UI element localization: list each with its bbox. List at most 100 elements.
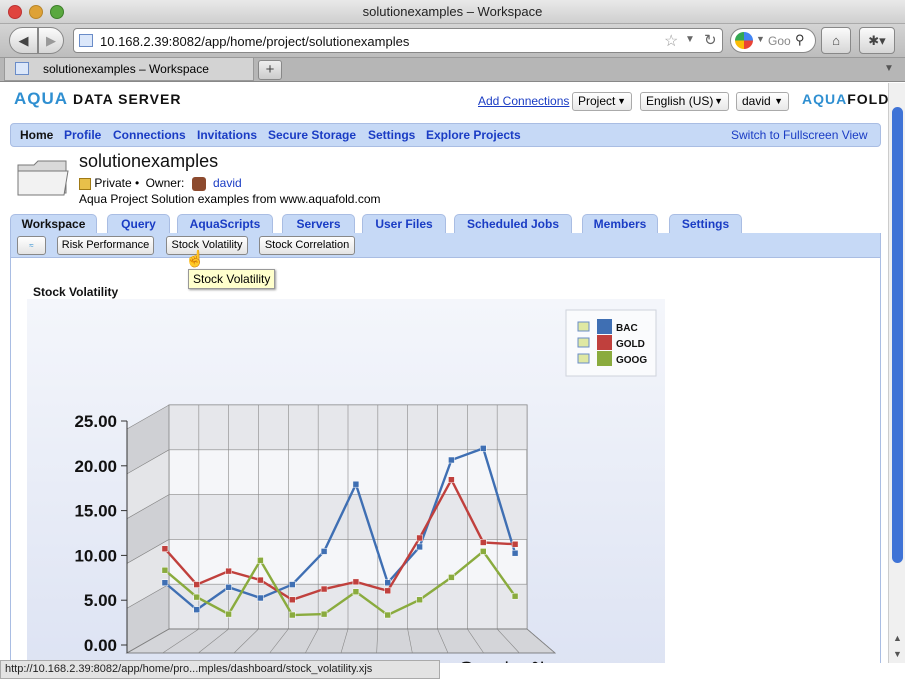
google-icon	[735, 32, 753, 49]
main-nav: Home Profile Connections Invitations Sec…	[10, 123, 881, 147]
chart-data-point	[257, 557, 264, 564]
chart-data-point	[480, 539, 487, 546]
bookmark-star-icon[interactable]: ☆	[664, 31, 678, 51]
language-select[interactable]: English (US) ▼	[640, 92, 729, 111]
tab-query[interactable]: Query	[107, 214, 170, 234]
aqua-icon: ≈	[29, 241, 34, 250]
tab-strip: solutionexamples – Workspace + ▼	[0, 58, 905, 82]
vertical-scrollbar[interactable]: ▲ ▼	[888, 83, 905, 663]
search-bar[interactable]: ▼ Goo ⚲	[730, 28, 816, 53]
nav-home[interactable]: Home	[20, 128, 53, 142]
chart-title: Stock Volatility	[33, 285, 119, 299]
add-connections-link[interactable]: Add Connections	[478, 94, 569, 108]
forward-arrow-icon: ▶	[46, 33, 56, 48]
tab-list-icon[interactable]: ▼	[884, 63, 894, 74]
history-dropdown-icon[interactable]: ▼	[685, 34, 695, 45]
back-button[interactable]: ◀	[9, 27, 38, 54]
forward-button[interactable]: ▶	[38, 27, 64, 54]
chart-data-point	[480, 445, 487, 452]
owner-label: Owner:	[145, 176, 185, 190]
scroll-down-icon[interactable]: ▼	[893, 649, 902, 659]
url-bar[interactable]: 10.168.2.39:8082/app/home/project/soluti…	[73, 28, 723, 53]
nav-explore-projects[interactable]: Explore Projects	[426, 128, 521, 142]
chart-data-point	[448, 476, 455, 483]
zoom-window-button[interactable]	[50, 5, 64, 19]
new-tab-button[interactable]: +	[258, 60, 282, 80]
search-icon[interactable]: ⚲	[795, 32, 805, 48]
privacy-label: Private	[94, 176, 132, 190]
nav-invitations[interactable]: Invitations	[197, 128, 257, 142]
tab-scheduled-jobs[interactable]: Scheduled Jobs	[454, 214, 572, 234]
legend-series-icon	[577, 353, 590, 364]
folder-icon	[17, 160, 69, 196]
chart-y-tick-label: 15.00	[74, 502, 117, 521]
tab-workspace[interactable]: Workspace	[10, 214, 97, 234]
fullscreen-link[interactable]: Switch to Fullscreen View	[731, 128, 868, 142]
scrollbar-thumb[interactable]	[892, 107, 903, 563]
chart-y-tick-label: 25.00	[74, 412, 117, 431]
risk-performance-button[interactable]: Risk Performance	[57, 236, 154, 255]
close-window-button[interactable]	[8, 5, 22, 19]
nav-connections[interactable]: Connections	[113, 128, 186, 142]
home-icon: ⌂	[832, 33, 840, 48]
chart-data-point	[193, 581, 200, 588]
url-text: 10.168.2.39:8082/app/home/project/soluti…	[100, 34, 410, 49]
tab-settings[interactable]: Settings	[669, 214, 742, 234]
chart-data-point	[480, 548, 487, 555]
legend-color-swatch	[597, 319, 612, 334]
home-button[interactable]: ⌂	[821, 27, 851, 54]
project-select[interactable]: Project ▼	[572, 92, 632, 111]
chart-data-point	[320, 610, 328, 618]
legend-label: BAC	[616, 323, 638, 334]
stock-correlation-button[interactable]: Stock Correlation	[259, 236, 355, 255]
chart-data-point	[320, 585, 328, 593]
chart-data-point	[384, 587, 391, 595]
stock-volatility-chart: 25.00 20.00 15.00 10.00 5.00 0.00 10 11 12 BAC GOL…	[27, 299, 665, 663]
reload-icon[interactable]: ↻	[704, 31, 717, 49]
tab-label: solutionexamples – Workspace	[43, 62, 209, 76]
owner-link[interactable]: david	[213, 176, 242, 190]
chart-data-point	[511, 549, 519, 557]
window-titlebar: solutionexamples – Workspace	[0, 0, 905, 24]
minimize-window-button[interactable]	[29, 5, 43, 19]
search-input[interactable]: Goo	[768, 34, 791, 48]
scroll-up-icon[interactable]: ▲	[893, 633, 902, 643]
tab-members[interactable]: Members	[582, 214, 658, 234]
tooltip: Stock Volatility	[188, 269, 276, 289]
aqua-data-server-logo: AQUA DATA SERVER	[14, 89, 182, 108]
chart-data-point	[384, 579, 391, 587]
stock-volatility-button[interactable]: Stock Volatility	[166, 236, 248, 255]
window-title: solutionexamples – Workspace	[362, 4, 543, 19]
chart-data-point	[511, 592, 519, 600]
legend-color-swatch	[597, 351, 612, 366]
aqua-logo-button[interactable]: ≈	[17, 236, 46, 255]
chart-y-tick-label: 10.00	[74, 546, 117, 565]
chart-data-point	[257, 594, 264, 602]
chart-data-point	[193, 593, 200, 601]
back-arrow-icon: ◀	[18, 33, 29, 48]
project-description: Aqua Project Solution examples from www.…	[79, 192, 381, 206]
dashboard-toolbar: ≈ Risk Performance Stock Volatility Stoc…	[10, 233, 881, 258]
legend-series-icon	[577, 337, 590, 348]
bookmarks-menu-button[interactable]: ✱▾	[859, 27, 895, 54]
browser-tab[interactable]: solutionexamples – Workspace	[4, 58, 254, 81]
chart-data-point	[225, 567, 232, 575]
tab-page-icon	[15, 62, 29, 75]
tab-user-files[interactable]: User Files	[362, 214, 446, 234]
nav-profile[interactable]: Profile	[64, 128, 101, 142]
nav-settings[interactable]: Settings	[368, 128, 415, 142]
chart-data-point	[352, 578, 360, 586]
chart-x-tick-label: 11	[495, 661, 512, 663]
user-select[interactable]: david ▼	[736, 92, 789, 111]
tab-servers[interactable]: Servers	[282, 214, 355, 234]
aquafold-logo: AQUAFOLD	[802, 91, 888, 107]
tab-aquascripts[interactable]: AquaScripts	[177, 214, 273, 234]
nav-secure-storage[interactable]: Secure Storage	[268, 128, 356, 142]
chart-data-point	[161, 579, 169, 587]
search-engine-dropdown-icon[interactable]: ▼	[756, 34, 765, 44]
chart-x-tick-label: 10	[459, 661, 476, 663]
chart-data-point	[225, 583, 232, 591]
chart-data-point	[193, 606, 200, 613]
project-title: solutionexamples	[79, 151, 219, 171]
meta-separator: •	[135, 176, 140, 190]
